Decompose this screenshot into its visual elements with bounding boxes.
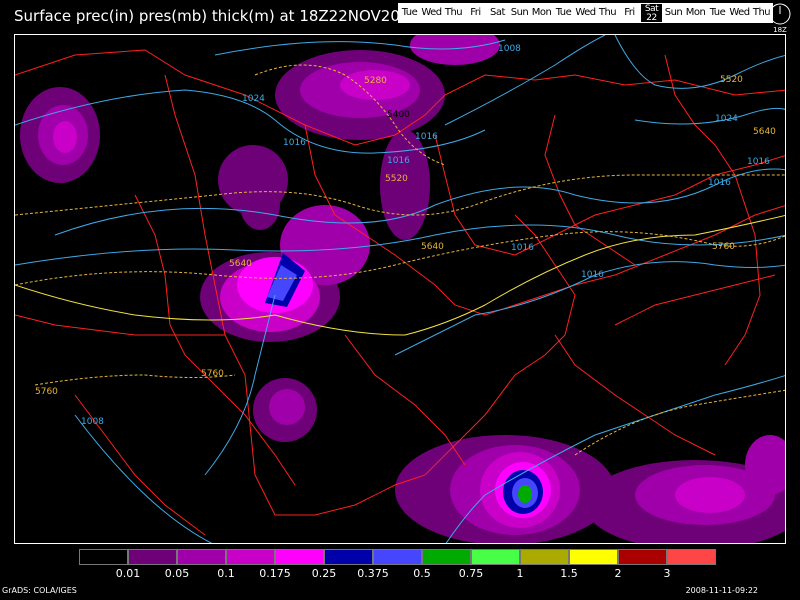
isobar-label: 1008: [81, 417, 104, 427]
day-selector: Tue Wed Thu Fri Sat Sun Mon Tue Wed Thu Fri Sat 22 Su…: [398, 3, 773, 23]
legend-swatch: [177, 549, 226, 565]
day-tab-date: 22: [646, 13, 657, 23]
map-title: Surface prec(in) pres(mb) thick(m) at 18…: [14, 7, 419, 25]
day-tab-8[interactable]: Wed: [574, 3, 597, 23]
legend-swatch: [275, 549, 324, 565]
isobar-label: 1016: [511, 243, 534, 253]
day-tab-10[interactable]: Fri: [618, 3, 641, 23]
day-tab-label: Fri: [624, 7, 635, 18]
thickness-label: 5760: [35, 387, 58, 397]
legend-swatch: [79, 549, 128, 565]
thickness-label: 5520: [385, 174, 408, 184]
legend-tick-label: 1.5: [560, 567, 578, 580]
thickness-label: 5640: [421, 242, 444, 252]
precip-area-midwest: [218, 145, 288, 230]
day-tab-label: Thu: [598, 7, 617, 18]
day-tab-label: Sun: [664, 7, 683, 18]
day-tab-label: Sat: [490, 7, 505, 18]
day-tab-label: Wed: [729, 7, 750, 18]
day-tab-label: Mon: [685, 7, 706, 18]
day-tab-label: Mon: [531, 7, 552, 18]
legend-swatch: [226, 549, 275, 565]
legend-tick-label: 1: [516, 567, 524, 580]
legend-swatch: [618, 549, 667, 565]
day-tab-label: Tue: [401, 7, 418, 18]
legend-tick-label: 0.375: [357, 567, 389, 580]
day-tab-7[interactable]: Tue: [552, 3, 575, 23]
legend-swatch: [569, 549, 618, 565]
clock-icon: 18Z: [769, 3, 791, 34]
precip-legend: [79, 549, 716, 565]
day-tab-2[interactable]: Thu: [442, 3, 465, 23]
day-tab-label: Thu: [444, 7, 463, 18]
weather-map: 1008 1024 1016 1016 1016 1016 1016 1024 …: [14, 34, 786, 544]
isobar-label: 1016: [387, 156, 410, 166]
isobar-label: 1024: [715, 114, 738, 124]
day-tab-label: Tue: [709, 7, 726, 18]
legend-tick-label: 0.1: [217, 567, 235, 580]
precip-legend-labels: 0.01 0.05 0.1 0.175 0.25 0.375 0.5 0.75 1 1.5 2 3: [0, 567, 800, 581]
day-tab-3[interactable]: Fri: [464, 3, 487, 23]
day-tab-15[interactable]: Wed: [728, 3, 751, 23]
day-tab-14[interactable]: Tue: [706, 3, 729, 23]
legend-tick-label: 2: [614, 567, 622, 580]
legend-swatch: [667, 549, 716, 565]
day-tab-1[interactable]: Wed: [420, 3, 443, 23]
isobar-label: 1008: [498, 44, 521, 54]
thickness-label: 5760: [201, 369, 224, 379]
thickness-label: 5520: [720, 75, 743, 85]
day-tab-label: Wed: [421, 7, 442, 18]
legend-tick-label: 0.75: [458, 567, 484, 580]
day-tab-4[interactable]: Sat: [486, 3, 509, 23]
legend-tick-label: 3: [663, 567, 671, 580]
thickness-label: 5640: [229, 259, 252, 269]
thickness-label: 5400: [387, 110, 410, 120]
legend-tick-label: 0.25: [311, 567, 337, 580]
precip-area-northwest: [20, 87, 100, 183]
precip-area-southeast: [395, 435, 615, 543]
isobar-label: 1016: [283, 138, 306, 148]
legend-swatch: [324, 549, 373, 565]
isobar-label: 1016: [708, 178, 731, 188]
day-tab-label: Sun: [510, 7, 529, 18]
day-tab-5[interactable]: Sun: [508, 3, 531, 23]
legend-swatch: [128, 549, 177, 565]
legend-tick-label: 0.01: [115, 567, 141, 580]
day-tab-13[interactable]: Mon: [684, 3, 707, 23]
isobar-label: 1016: [415, 132, 438, 142]
legend-swatch: [471, 549, 520, 565]
isobar-label: 1024: [242, 94, 265, 104]
thickness-label: 5760: [712, 242, 735, 252]
clock-label: 18Z: [773, 26, 787, 34]
precip-area-south: [253, 378, 317, 442]
legend-swatch: [422, 549, 471, 565]
isobar-label: 1016: [747, 157, 770, 167]
precip-area-central: [200, 205, 370, 342]
day-tab-label: Fri: [470, 7, 481, 18]
isobar-label: 1016: [581, 270, 604, 280]
day-tab-9[interactable]: Thu: [596, 3, 619, 23]
day-tab-6[interactable]: Mon: [530, 3, 553, 23]
day-tab-label: Wed: [575, 7, 596, 18]
legend-tick-label: 0.175: [259, 567, 291, 580]
day-tab-0[interactable]: Tue: [398, 3, 421, 23]
footer-credit: GrADS: COLA/IGES: [2, 586, 77, 595]
day-tab-12[interactable]: Sun: [662, 3, 685, 23]
legend-tick-label: 0.05: [164, 567, 190, 580]
legend-swatch: [520, 549, 569, 565]
thickness-label: 5640: [753, 127, 776, 137]
legend-swatch: [373, 549, 422, 565]
footer-timestamp: 2008-11-11-09:22: [685, 586, 758, 595]
thickness-label: 5280: [364, 76, 387, 86]
day-tab-label: Tue: [555, 7, 572, 18]
day-tab-11[interactable]: Sat 22: [640, 3, 663, 23]
legend-tick-label: 0.5: [413, 567, 431, 580]
precip-area-east: [585, 435, 785, 543]
